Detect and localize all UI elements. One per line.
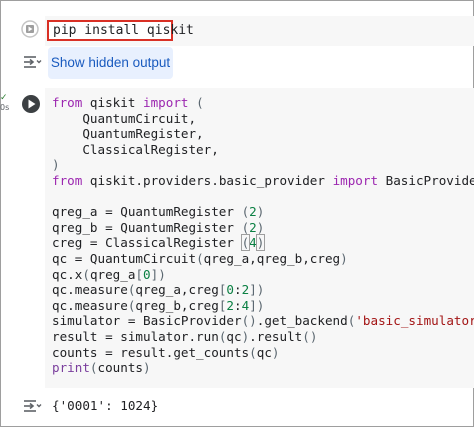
code-token: )	[255, 234, 266, 252]
output-collapse-icon[interactable]	[22, 398, 42, 414]
code-token: qreg_b = QuantumRegister	[52, 219, 242, 235]
code-token: (	[249, 344, 257, 360]
code-token: )	[340, 250, 348, 266]
code-token: qreg_b,creg	[135, 297, 219, 313]
code-token: 2	[226, 297, 235, 313]
code-token: import	[332, 172, 379, 188]
code-token: :	[234, 282, 242, 298]
code-token: )	[256, 204, 265, 220]
code-token: (	[82, 266, 90, 282]
code-token: QuantumRegister,	[52, 126, 204, 142]
code-token: ])	[249, 282, 265, 298]
code-token: 2	[249, 204, 257, 220]
code-line: counts = result.get_counts(qc)	[52, 345, 474, 361]
output-collapse-icon[interactable]	[22, 54, 42, 70]
code-line: simulator = BasicProvider().get_backend(…	[52, 313, 474, 329]
code-token: qreg_a = QuantumRegister	[52, 204, 242, 220]
code-token: import	[143, 95, 189, 110]
code-token: )	[271, 344, 280, 360]
cell2-code-editor[interactable]: from qiskit import ( QuantumCircuit, Qua…	[52, 95, 474, 376]
code-line: QuantumCircuit,	[52, 111, 474, 127]
code-line: ClassicalRegister,	[52, 142, 474, 158]
code-line: qreg_a = QuantumRegister (2)	[52, 204, 474, 220]
code-token: result = simulator.run	[52, 328, 219, 344]
code-token: 'basic_simulator'	[355, 313, 474, 329]
code-token: qc.x	[52, 266, 83, 282]
code-line: from qiskit import (	[52, 95, 474, 111]
code-token: qc.measure	[52, 282, 128, 298]
code-token: from	[52, 172, 83, 188]
code-token: simulator = BasicProvider	[52, 313, 242, 329]
code-line: qreg_b = QuantumRegister (2)	[52, 220, 474, 236]
code-token: from	[52, 95, 83, 110]
code-token: creg = ClassicalRegister	[52, 235, 242, 251]
code-line: result = simulator.run(qc).result()	[52, 329, 474, 345]
code-token: qiskit	[82, 95, 144, 110]
code-token: 0	[143, 266, 151, 282]
code-token: .result	[249, 328, 303, 344]
code-line: from qiskit.providers.basic_provider imp…	[52, 173, 474, 189]
show-hidden-output-button[interactable]: Show hidden output	[48, 47, 173, 79]
code-line: qc = QuantumCircuit(qreg_a,qreg_b,creg)	[52, 251, 474, 267]
code-token: 2	[249, 219, 257, 235]
highlighted-code-box: pip install qiskit	[47, 20, 194, 41]
code-token: ClassicalRegister,	[52, 141, 219, 157]
code-token: )	[143, 360, 151, 376]
code-token: )	[52, 157, 60, 173]
code-token: (	[196, 250, 204, 266]
execution-time: 0s	[0, 103, 10, 112]
code-token: QuantumCircuit,	[52, 110, 197, 126]
code-token: )	[256, 219, 265, 235]
code-token: ()	[241, 313, 257, 329]
code-token: qc	[226, 328, 242, 344]
code-token: qc.measure	[52, 297, 128, 313]
code-token: 0	[226, 282, 235, 298]
code-token: (	[89, 360, 98, 376]
code-line: qc.measure(qreg_a,creg[0:2])	[52, 282, 474, 298]
code-token: qiskit.providers.basic_provider	[82, 172, 333, 188]
code-token: print	[52, 360, 90, 376]
cell2-output: {'0001': 1024}	[52, 398, 159, 413]
code-token: :	[234, 297, 242, 313]
code-token: counts	[97, 360, 144, 376]
play-circle-icon[interactable]	[21, 94, 41, 114]
code-token: qreg_a	[89, 266, 136, 282]
code-line: qc.measure(qreg_b,creg[2:4])	[52, 298, 474, 314]
code-token: qc = QuantumCircuit	[52, 250, 197, 266]
code-token: qreg_a,creg	[135, 282, 219, 298]
code-token: (	[196, 95, 204, 110]
text-cursor	[264, 235, 266, 250]
code-token: ])	[249, 297, 265, 313]
code-token: 4	[249, 235, 257, 251]
execution-status: ✓ 0s	[0, 93, 12, 117]
code-line: QuantumRegister,	[52, 126, 474, 142]
code-token: .get_backend	[256, 313, 348, 329]
code-token: [	[135, 266, 144, 282]
code-line: )	[52, 157, 474, 173]
check-icon: ✓	[0, 93, 8, 103]
code-token: counts = result.get_counts	[52, 344, 250, 360]
code-line: qc.x(qreg_a[0])	[52, 267, 474, 283]
code-line: creg = ClassicalRegister (4)	[52, 234, 474, 252]
code-token: BasicProvider	[378, 172, 474, 188]
play-circle-icon[interactable]	[20, 19, 40, 39]
code-token: ])	[150, 266, 166, 282]
code-token: ()	[302, 328, 318, 344]
code-token: qc	[256, 344, 272, 360]
code-token: qreg_a,qreg_b,creg	[203, 250, 341, 266]
cell1-code-text[interactable]: pip install qiskit	[53, 23, 194, 39]
code-line: print(counts)	[52, 360, 474, 376]
